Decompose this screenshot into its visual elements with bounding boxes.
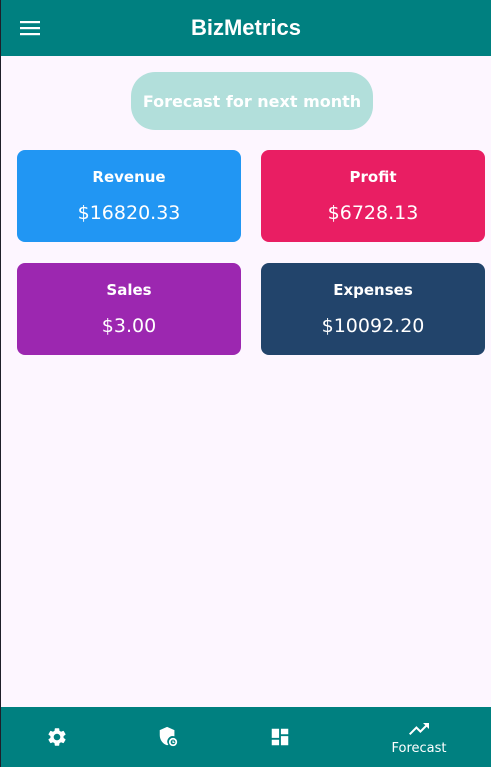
nav-forecast-label: Forecast xyxy=(391,740,447,756)
profit-label: Profit xyxy=(349,168,397,186)
app-screen: BizMetrics Forecast for next month Reven… xyxy=(1,0,491,767)
sales-label: Sales xyxy=(106,281,152,299)
app-title: BizMetrics xyxy=(190,15,302,40)
nav-dashboard[interactable] xyxy=(230,707,330,767)
dashboard-icon xyxy=(271,728,289,746)
sales-card: Sales $3.00 xyxy=(17,263,241,355)
expenses-value: $10092.20 xyxy=(321,315,425,337)
sales-value: $3.00 xyxy=(101,315,157,337)
nav-security[interactable] xyxy=(118,707,218,767)
expenses-card: Expenses $10092.20 xyxy=(261,263,485,355)
profit-value: $6728.13 xyxy=(327,202,419,224)
bottom-navigation: Forecast xyxy=(1,707,491,767)
app-bar: BizMetrics xyxy=(1,0,491,56)
nav-settings[interactable] xyxy=(7,707,107,767)
security-badge-icon xyxy=(159,726,178,747)
profit-card: Profit $6728.13 xyxy=(261,150,485,242)
revenue-value: $16820.33 xyxy=(77,202,181,224)
revenue-label: Revenue xyxy=(92,168,166,186)
revenue-card: Revenue $16820.33 xyxy=(17,150,241,242)
expenses-label: Expenses xyxy=(333,281,413,299)
forecast-next-month-button[interactable]: Forecast for next month xyxy=(131,72,373,130)
settings-icon xyxy=(48,728,66,746)
trending-up-icon xyxy=(409,722,429,735)
nav-forecast[interactable]: Forecast xyxy=(369,707,469,767)
